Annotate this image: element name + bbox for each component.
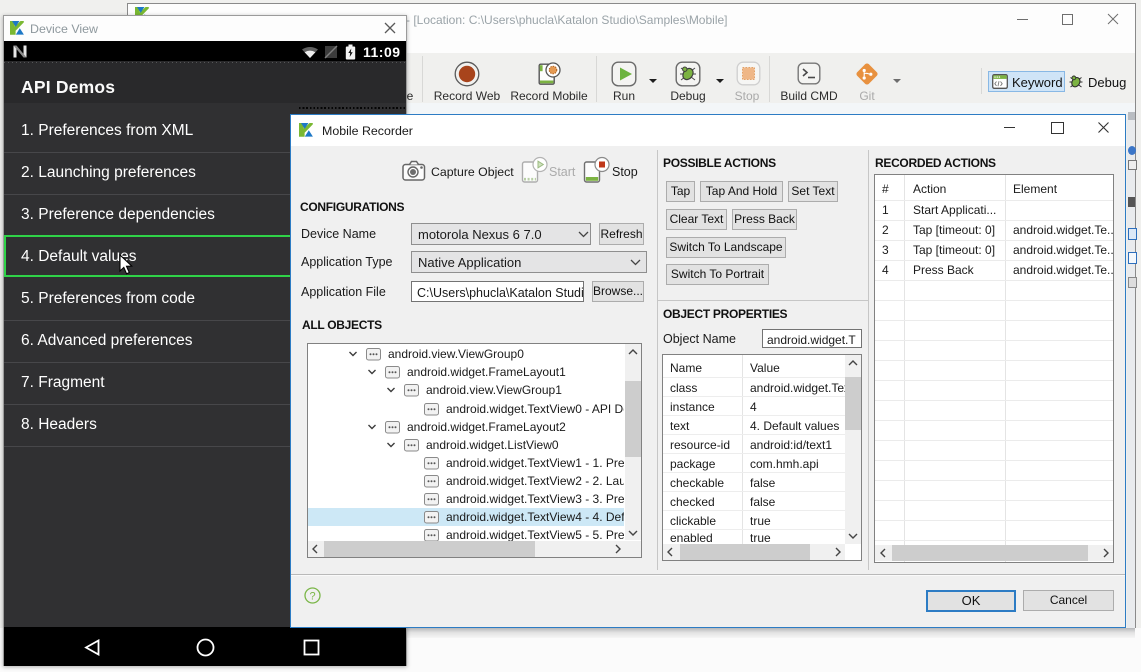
svg-text:?: ?: [309, 591, 315, 603]
